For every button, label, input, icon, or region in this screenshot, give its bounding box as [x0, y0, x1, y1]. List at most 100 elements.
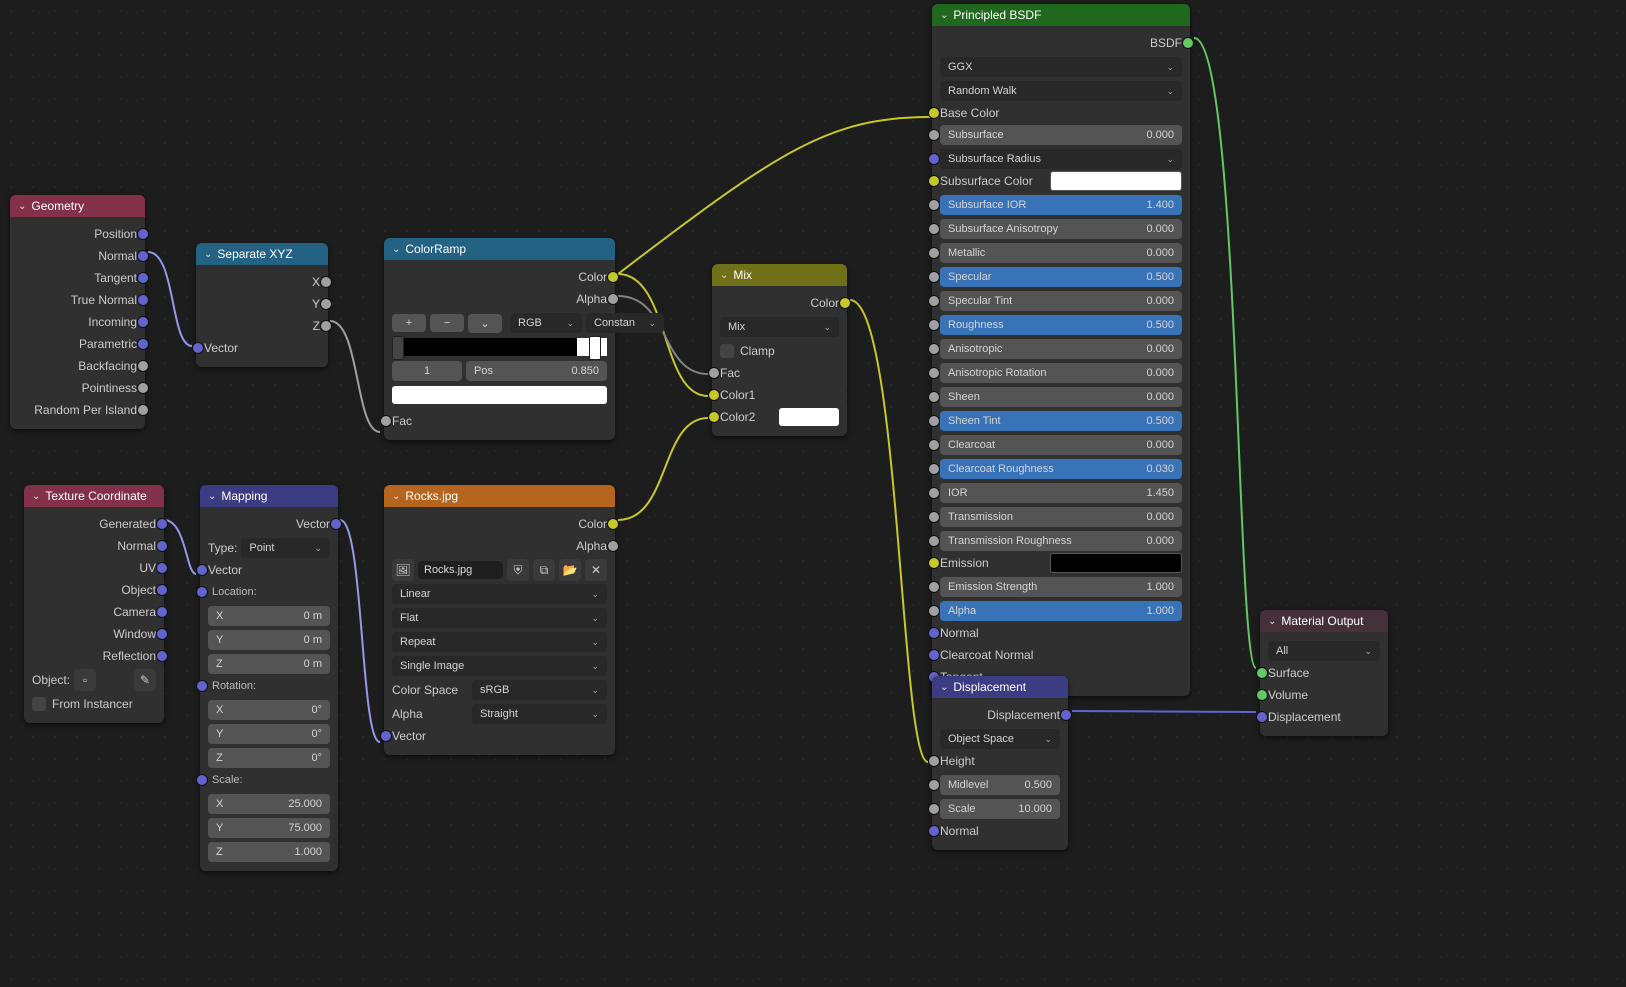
colorramp-swatch[interactable] [392, 386, 607, 404]
node-mapping[interactable]: ⌄ Mapping Vector Type:Point⌄ Vector Loca… [200, 485, 338, 871]
mix-header[interactable]: ⌄ Mix [712, 264, 847, 286]
bsdf-emission-swatch[interactable] [1050, 553, 1182, 573]
disp-space[interactable]: Object Space⌄ [940, 729, 1060, 749]
unlink-icon[interactable]: ✕ [585, 559, 607, 581]
from-instancer: From Instancer [52, 697, 133, 711]
disp-header[interactable]: ⌄ Displacement [932, 676, 1068, 698]
img-projection[interactable]: Flat⌄ [392, 608, 607, 628]
sepxyz-header[interactable]: ⌄ Separate XYZ [196, 243, 328, 265]
bsdf-dist[interactable]: GGX⌄ [940, 57, 1182, 77]
bsdf-transmission[interactable]: Transmission0.000 [940, 507, 1182, 527]
disp-scale[interactable]: Scale10.000 [940, 799, 1060, 819]
mapping-rot-y[interactable]: Y0° [208, 724, 330, 744]
colorramp-header[interactable]: ⌄ ColorRamp [384, 238, 615, 260]
colorramp-add[interactable]: + [392, 314, 426, 332]
img-interp[interactable]: Linear⌄ [392, 584, 607, 604]
from-instancer-checkbox[interactable] [32, 697, 46, 711]
colorramp-index[interactable]: 1 [392, 361, 462, 381]
object-picker-field[interactable]: ▫ [74, 669, 96, 691]
open-icon[interactable]: 📂 [559, 559, 581, 581]
image-filename[interactable]: Rocks.jpg [418, 561, 503, 579]
disp-out: Displacement [987, 708, 1060, 722]
mapping-rot-z[interactable]: Z0° [208, 748, 330, 768]
bsdf-ior[interactable]: IOR1.450 [940, 483, 1182, 503]
bsdf-sheen-tint[interactable]: Sheen Tint0.500 [940, 411, 1182, 431]
colorramp-stop-0[interactable] [392, 336, 404, 360]
node-image-texture[interactable]: ⌄ Rocks.jpg Color Alpha 🖼 Rocks.jpg ⛨ ⧉ … [384, 485, 615, 755]
tc-window: Window [113, 627, 156, 641]
bsdf-roughness[interactable]: Roughness0.500 [940, 315, 1182, 335]
bsdf-sheen[interactable]: Sheen0.000 [940, 387, 1182, 407]
mix-clamp-checkbox[interactable] [720, 344, 734, 358]
colorramp-stop-1[interactable] [589, 336, 601, 360]
image-header[interactable]: ⌄ Rocks.jpg [384, 485, 615, 507]
bsdf-aniso-rot[interactable]: Anisotropic Rotation0.000 [940, 363, 1182, 383]
duplicate-icon[interactable]: ⧉ [533, 559, 555, 581]
colorramp-mode[interactable]: RGB⌄ [510, 313, 582, 333]
bsdf-header[interactable]: ⌄ Principled BSDF [932, 4, 1190, 26]
mapping-scale-z[interactable]: Z1.000 [208, 842, 330, 862]
bsdf-trans-rough[interactable]: Transmission Roughness0.000 [940, 531, 1182, 551]
bsdf-ss-color-swatch[interactable] [1050, 171, 1182, 191]
mapping-scale-y[interactable]: Y75.000 [208, 818, 330, 838]
colorramp-pos[interactable]: Pos0.850 [466, 361, 607, 381]
bsdf-ss-ior[interactable]: Subsurface IOR1.400 [940, 195, 1182, 215]
bsdf-spec-tint[interactable]: Specular Tint0.000 [940, 291, 1182, 311]
mix-out-color: Color [810, 296, 839, 310]
eyedropper-icon[interactable]: ✎ [134, 669, 156, 691]
node-separate-xyz[interactable]: ⌄ Separate XYZ X Y Z Vector [196, 243, 328, 367]
mix-blend[interactable]: Mix⌄ [720, 317, 839, 337]
node-texcoord[interactable]: ⌄ Texture Coordinate Generated Normal UV… [24, 485, 164, 723]
geometry-header[interactable]: ⌄ Geometry [10, 195, 145, 217]
bsdf-clearcoat[interactable]: Clearcoat0.000 [940, 435, 1182, 455]
mapping-header[interactable]: ⌄ Mapping [200, 485, 338, 507]
mix-color2-swatch[interactable] [779, 408, 839, 426]
bsdf-ss-radius[interactable]: Subsurface Radius⌄ [940, 149, 1182, 169]
chevron-down-icon: ⌄ [32, 491, 40, 502]
bsdf-ss-aniso[interactable]: Subsurface Anisotropy0.000 [940, 219, 1182, 239]
matout-target[interactable]: All⌄ [1268, 641, 1380, 661]
bsdf-alpha[interactable]: Alpha1.000 [940, 601, 1182, 621]
texcoord-header[interactable]: ⌄ Texture Coordinate [24, 485, 164, 507]
img-out-color: Color [578, 517, 607, 531]
disp-midlevel[interactable]: Midlevel0.500 [940, 775, 1060, 795]
bsdf-emit-str[interactable]: Emission Strength1.000 [940, 577, 1182, 597]
chevron-down-icon: ⌄ [940, 682, 948, 693]
node-geometry[interactable]: ⌄ Geometry Position Normal Tangent True … [10, 195, 145, 429]
image-browse-icon[interactable]: 🖼 [392, 559, 414, 581]
chevron-down-icon: ⌄ [208, 491, 216, 502]
sepxyz-z: Z [313, 319, 320, 333]
bsdf-subsurface[interactable]: Subsurface0.000 [940, 125, 1182, 145]
node-principled-bsdf[interactable]: ⌄ Principled BSDF BSDF GGX⌄ Random Walk⌄… [932, 4, 1190, 696]
disp-title: Displacement [953, 680, 1026, 694]
node-colorramp[interactable]: ⌄ ColorRamp Color Alpha + − ⌄ RGB⌄ Const… [384, 238, 615, 440]
node-material-output[interactable]: ⌄ Material Output All⌄ Surface Volume Di… [1260, 610, 1388, 736]
img-colorspace[interactable]: sRGB⌄ [472, 680, 607, 700]
mapping-loc-x[interactable]: X0 m [208, 606, 330, 626]
bsdf-cc-rough[interactable]: Clearcoat Roughness0.030 [940, 459, 1182, 479]
bsdf-sss-method[interactable]: Random Walk⌄ [940, 81, 1182, 101]
colorramp-remove[interactable]: − [430, 314, 464, 332]
chevron-down-icon: ⌄ [18, 201, 26, 212]
img-out-alpha: Alpha [576, 539, 607, 553]
colorramp-menu[interactable]: ⌄ [468, 314, 502, 333]
shield-icon[interactable]: ⛨ [507, 559, 529, 581]
mapping-scale-label: Scale: [208, 774, 243, 786]
node-mix[interactable]: ⌄ Mix Color Mix⌄ Clamp Fac Color1 Color2 [712, 264, 847, 436]
img-extension[interactable]: Repeat⌄ [392, 632, 607, 652]
colorramp-interp[interactable]: Constan⌄ [586, 313, 664, 333]
mapping-scale-x[interactable]: X25.000 [208, 794, 330, 814]
colorramp-gradient[interactable] [392, 338, 607, 356]
mapping-loc-z[interactable]: Z0 m [208, 654, 330, 674]
matout-header[interactable]: ⌄ Material Output [1260, 610, 1388, 632]
mapping-rot-x[interactable]: X0° [208, 700, 330, 720]
img-alpha-mode[interactable]: Straight⌄ [472, 704, 607, 724]
node-displacement[interactable]: ⌄ Displacement Displacement Object Space… [932, 676, 1068, 850]
geom-out-param: Parametric [79, 337, 137, 351]
mapping-type[interactable]: Point⌄ [241, 538, 330, 558]
mapping-loc-y[interactable]: Y0 m [208, 630, 330, 650]
bsdf-aniso[interactable]: Anisotropic0.000 [940, 339, 1182, 359]
img-source[interactable]: Single Image⌄ [392, 656, 607, 676]
bsdf-metallic[interactable]: Metallic0.000 [940, 243, 1182, 263]
bsdf-specular[interactable]: Specular0.500 [940, 267, 1182, 287]
